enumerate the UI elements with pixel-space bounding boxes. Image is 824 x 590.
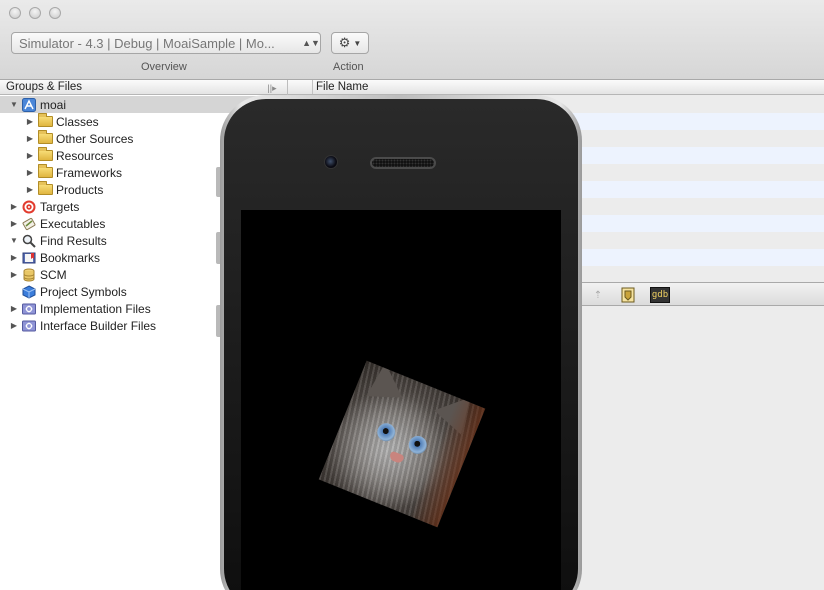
action-button[interactable]: ⚙ ▼ xyxy=(331,32,369,54)
scm-icon xyxy=(21,268,37,282)
disclosure-closed-icon[interactable]: ▶ xyxy=(25,168,35,177)
sidebar-item-label: Implementation Files xyxy=(40,301,151,316)
disclosure-closed-icon[interactable]: ▶ xyxy=(9,270,19,279)
sidebar-item-label: Targets xyxy=(40,199,80,214)
sidebar-item-label: moai xyxy=(40,97,67,112)
sidebar-item-label: Executables xyxy=(40,216,106,231)
magnifier-icon xyxy=(21,234,37,248)
overview-caption: Overview xyxy=(141,61,187,73)
window-toolbar: Simulator - 4.3 | Debug | MoaiSample | M… xyxy=(0,0,824,80)
sidebar-item-label: Frameworks xyxy=(56,165,123,180)
zoom-window-button[interactable] xyxy=(49,7,61,19)
front-camera-icon xyxy=(324,155,338,169)
sidebar-item-label: Resources xyxy=(56,148,114,163)
sidebar-item-label: Interface Builder Files xyxy=(40,318,157,333)
overview-scheme-popup[interactable]: Simulator - 4.3 | Debug | MoaiSample | M… xyxy=(11,32,321,54)
sidebar-item-label: Other Sources xyxy=(56,131,134,146)
groups-files-header-label: Groups & Files xyxy=(6,81,83,93)
executables-icon xyxy=(21,217,37,231)
folder-icon xyxy=(37,164,53,180)
target-icon xyxy=(21,200,37,214)
chevron-updown-icon: ▲▼ xyxy=(302,38,320,48)
earpiece-speaker xyxy=(370,157,436,169)
folder-icon xyxy=(37,113,53,129)
disclosure-closed-icon[interactable]: ▶ xyxy=(9,219,19,228)
action-caption: Action xyxy=(333,61,364,73)
folder-icon xyxy=(37,130,53,146)
scheme-label: Simulator - 4.3 | Debug | MoaiSample | M… xyxy=(19,35,275,51)
disclosure-open-icon[interactable]: ▼ xyxy=(9,100,19,109)
sidebar-item-label: Project Symbols xyxy=(40,284,127,299)
disclosure-closed-icon[interactable]: ▶ xyxy=(9,304,19,313)
gear-icon: ⚙ xyxy=(338,35,351,50)
disclosure-closed-icon[interactable]: ▶ xyxy=(25,117,35,126)
sidebar-item-label: SCM xyxy=(40,267,67,282)
smart-group-icon xyxy=(21,302,37,316)
groups-files-header[interactable]: Groups & Files ||▸ xyxy=(0,80,287,95)
sidebar-item-label: Classes xyxy=(56,114,99,129)
disclosure-closed-icon[interactable]: ▶ xyxy=(9,321,19,330)
splitter-grip-icon[interactable]: ||▸ xyxy=(265,81,279,93)
chevron-down-icon: ▼ xyxy=(353,38,362,48)
close-window-button[interactable] xyxy=(9,7,21,19)
disclosure-closed-icon[interactable]: ▶ xyxy=(9,253,19,262)
smart-group-icon xyxy=(21,319,37,333)
file-name-column-header[interactable]: File Name xyxy=(312,80,368,94)
disclosure-open-icon[interactable]: ▼ xyxy=(9,236,19,245)
disclosure-closed-icon[interactable]: ▶ xyxy=(9,202,19,211)
bookmarks-icon xyxy=(21,251,37,265)
sidebar-item-label: Products xyxy=(56,182,104,197)
disclosure-closed-icon[interactable]: ▶ xyxy=(25,185,35,194)
folder-icon xyxy=(37,181,53,197)
sidebar-item-label: Bookmarks xyxy=(40,250,101,265)
gdb-console-button[interactable]: gdb xyxy=(650,287,670,303)
xcode-project-icon xyxy=(21,97,37,112)
cube-icon xyxy=(21,284,37,299)
disclosure-closed-icon[interactable]: ▶ xyxy=(25,134,35,143)
sidebar-item-label: Find Results xyxy=(40,233,107,248)
folder-icon xyxy=(37,147,53,163)
breakpoint-icon[interactable] xyxy=(619,287,637,303)
detail-list-header[interactable]: File Name xyxy=(288,80,824,95)
minimize-window-button[interactable] xyxy=(29,7,41,19)
disclosure-closed-icon[interactable]: ▶ xyxy=(25,151,35,160)
arrow-up-icon[interactable]: ⇡ xyxy=(589,287,607,303)
